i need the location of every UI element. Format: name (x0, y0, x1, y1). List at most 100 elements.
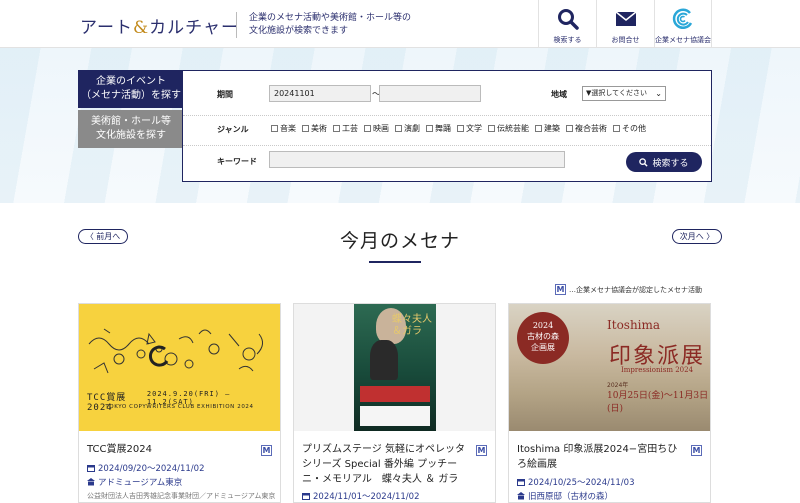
header-contact-link[interactable]: お問合せ (596, 0, 654, 48)
header-search-label: 検索する (553, 36, 582, 44)
poster-head: Itoshima (607, 318, 661, 332)
keyword-input[interactable] (269, 151, 565, 168)
checkbox-icon (271, 125, 278, 132)
tab-facilities-line-1: 美術館・ホール等 (91, 116, 171, 127)
event-date: 2024/11/01〜2024/11/02 (302, 490, 419, 502)
opera-poster: 蝶々夫人＆ガラ (354, 304, 436, 431)
search-icon (557, 9, 579, 30)
event-venue-text: 旧西原邸（古材の森） (528, 492, 614, 502)
badge-year: 2024 (532, 321, 554, 330)
date-to-input[interactable] (379, 85, 481, 102)
header-nav: 検索する お問合せ 企業メセナ協議会 (538, 0, 712, 48)
badge-venue: 古材の森 (527, 332, 559, 341)
event-card[interactable]: TCC賞展2024 2024.9.20(FRI) – 11.2(SAT) TOK… (78, 303, 281, 503)
logo-text-sub: カルチャー (149, 18, 239, 38)
event-image: 2024 古材の森 企画展 Itoshima 印象派展 Impressionis… (509, 304, 710, 431)
site-header: アート&カルチャー 企業のメセナ活動や美術館・ホール等の 文化施設が検索できます… (0, 0, 800, 48)
badge-type: 企画展 (531, 343, 555, 352)
genre-checkbox-other[interactable]: その他 (613, 123, 646, 134)
mecenat-certified-icon: M (555, 284, 566, 295)
logo-ampersand: & (132, 18, 150, 38)
mecenat-certified-icon: M (261, 445, 272, 456)
genre-checkbox-art[interactable]: 美術 (302, 123, 327, 134)
poster-dates: 10月25日(金)〜11月3日(日) (607, 391, 709, 414)
event-title[interactable]: プリズムステージ 気軽にオペレッタシリーズ Special 番外編 プッチーニ・… (302, 442, 470, 487)
genre-checkbox-music[interactable]: 音楽 (271, 123, 296, 134)
poster-subtitle: TOKYO COPYWRITERS CLUB EXHIBITION 2024 (105, 404, 254, 410)
tab-facilities[interactable]: 美術館・ホール等 文化施設を探す (78, 110, 184, 148)
chevron-down-icon: ⌄ (655, 89, 662, 98)
event-venue-text: アドミュージアム東京 (98, 478, 183, 488)
genre-label-text: 複合芸術 (575, 124, 607, 133)
site-logo[interactable]: アート&カルチャー (80, 13, 239, 38)
keyword-label: キーワード (217, 157, 257, 166)
header-mecenat-link[interactable]: 企業メセナ協議会 (654, 0, 712, 48)
genre-checkbox-mixed[interactable]: 複合芸術 (566, 123, 607, 134)
calendar-icon (517, 479, 525, 486)
mecenat-certified-icon: M (691, 445, 702, 456)
mecenat-legend: M …企業メセナ協議会が認定したメセナ活動 (555, 284, 702, 295)
event-title[interactable]: TCC賞展2024 (87, 442, 255, 457)
section-title-underline (369, 261, 421, 263)
region-select[interactable]: ▼選択してください ⌄ (582, 86, 666, 101)
genre-label-text: 映画 (373, 124, 389, 133)
event-title[interactable]: Itoshima 印象派展2024−宮田ちひろ絵画展 (517, 442, 685, 472)
legend-text: …企業メセナ協議会が認定したメセナ活動 (569, 285, 702, 294)
tagline-line-2: 文化施設が検索できます (249, 26, 349, 36)
logo-text-main: アート (80, 18, 133, 38)
mecenat-certified-icon: M (476, 445, 487, 456)
tab-events-line-2: （メセナ活動）を探す (81, 90, 181, 101)
checkbox-icon (488, 125, 495, 132)
search-icon (639, 157, 649, 167)
region-label: 地域 (551, 90, 567, 99)
genre-checkboxes: 音楽 美術 工芸 映画 演劇 舞踊 文学 伝統芸能 建築 複合芸術 その他 (271, 123, 646, 134)
site-tagline: 企業のメセナ活動や美術館・ホール等の 文化施設が検索できます (236, 12, 411, 38)
search-submit-label: 検索する (652, 158, 689, 169)
genre-checkbox-traditional[interactable]: 伝統芸能 (488, 123, 529, 134)
event-date-text: 2024/10/25〜2024/11/03 (528, 478, 635, 488)
checkbox-icon (457, 125, 464, 132)
calendar-icon (302, 493, 310, 500)
genre-label-text: 工芸 (342, 124, 358, 133)
checkbox-icon (535, 125, 542, 132)
event-date: 2024/10/25〜2024/11/03 (517, 476, 634, 488)
next-month-button[interactable]: 次月へ 〉 (672, 229, 722, 244)
event-date-text: 2024/11/01〜2024/11/02 (313, 492, 420, 502)
search-form: 期間 20241101 〜 地域 ▼選択してください ⌄ ジャンル 音楽 美術 … (182, 70, 712, 182)
tagline-line-1: 企業のメセナ活動や美術館・ホール等の (249, 13, 412, 23)
header-mecenat-label: 企業メセナ協議会 (655, 36, 711, 44)
checkbox-icon (426, 125, 433, 132)
checkbox-icon (333, 125, 340, 132)
checkbox-icon (302, 125, 309, 132)
genre-checkbox-film[interactable]: 映画 (364, 123, 389, 134)
poster-banner (360, 386, 430, 402)
tab-events[interactable]: 企業のイベント （メセナ活動）を探す (78, 70, 184, 108)
calendar-icon (87, 465, 95, 472)
building-icon (87, 478, 95, 486)
event-venue: アドミュージアム東京 (87, 476, 182, 488)
poster-subtitle: Impressionism 2024 (621, 366, 694, 374)
header-search-link[interactable]: 検索する (538, 0, 596, 48)
checkbox-icon (364, 125, 371, 132)
date-from-input[interactable]: 20241101 (269, 85, 371, 102)
genre-checkbox-dance[interactable]: 舞踊 (426, 123, 451, 134)
poster-title: 蝶々夫人＆ガラ (392, 314, 432, 337)
event-date-text: 2024/09/20〜2024/11/02 (98, 464, 205, 474)
genre-label-text: 舞踊 (435, 124, 451, 133)
genre-checkbox-literature[interactable]: 文学 (457, 123, 482, 134)
event-card[interactable]: 2024 古材の森 企画展 Itoshima 印象派展 Impressionis… (508, 303, 711, 503)
checkbox-icon (613, 125, 620, 132)
genre-label: ジャンル (217, 125, 249, 134)
period-label: 期間 (217, 90, 233, 99)
region-select-value: ▼選択してください (586, 89, 647, 97)
tab-facilities-line-2: 文化施設を探す (96, 130, 166, 141)
genre-label-text: 美術 (311, 124, 327, 133)
event-image: TCC賞展2024 2024.9.20(FRI) – 11.2(SAT) TOK… (79, 304, 280, 431)
genre-label-text: 伝統芸能 (497, 124, 529, 133)
genre-checkbox-theater[interactable]: 演劇 (395, 123, 420, 134)
genre-checkbox-architecture[interactable]: 建築 (535, 123, 560, 134)
event-card[interactable]: 蝶々夫人＆ガラ プリズムステージ 気軽にオペレッタシリーズ Special 番外… (293, 303, 496, 503)
search-submit-button[interactable]: 検索する (626, 152, 702, 172)
keyword-row: キーワード 検索する (183, 145, 711, 173)
genre-checkbox-craft[interactable]: 工芸 (333, 123, 358, 134)
